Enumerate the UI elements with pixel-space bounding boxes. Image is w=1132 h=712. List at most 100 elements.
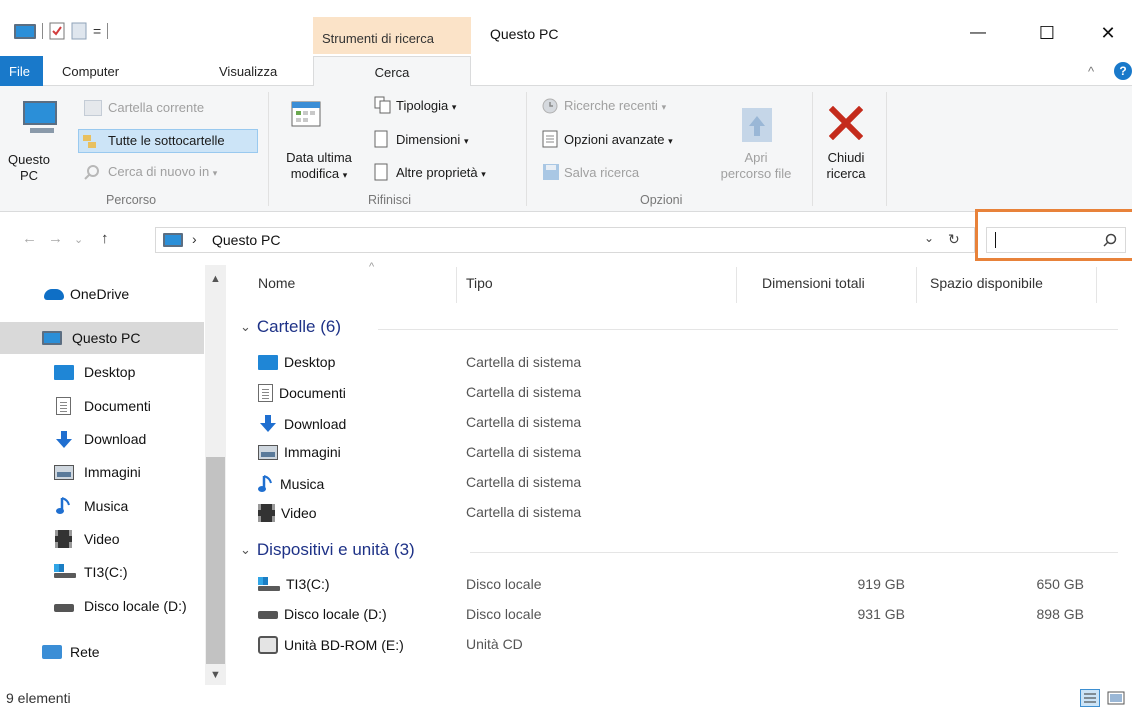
close-button[interactable]: ✕	[1088, 18, 1128, 48]
divider	[107, 23, 109, 39]
sidebar-item-documenti[interactable]: Documenti	[0, 390, 204, 422]
group-header-folders[interactable]: ⌄ Cartelle (6)	[240, 317, 341, 337]
list-item[interactable]: Musica Cartella di sistema	[258, 470, 1118, 496]
size-button[interactable]: Dimensioni ▾	[396, 132, 468, 147]
list-item[interactable]: Immagini Cartella di sistema	[258, 440, 1118, 466]
network-icon	[42, 645, 62, 659]
list-item[interactable]: Desktop Cartella di sistema	[258, 350, 1118, 376]
current-folder-button[interactable]: Cartella corrente	[108, 100, 204, 115]
item-name: Desktop	[284, 354, 336, 370]
navigation-bar: ← → ⌄ ↑ › Questo PC ⌄ ↻	[0, 213, 1132, 265]
address-history-chevron-icon[interactable]: ⌄	[924, 231, 934, 245]
search-again-button[interactable]: Cerca di nuovo in ▾	[108, 164, 217, 179]
maximize-button[interactable]: ☐	[1027, 18, 1067, 48]
sidebar-item-immagini[interactable]: Immagini	[0, 456, 204, 488]
sidebar-item-rete[interactable]: Rete	[0, 636, 204, 668]
download-arrow-icon	[260, 415, 276, 432]
forward-arrow-icon[interactable]: →	[48, 230, 63, 247]
item-type: Cartella di sistema	[466, 474, 582, 490]
advanced-options-button[interactable]: Opzioni avanzate ▾	[564, 132, 673, 147]
column-header-free-space[interactable]: Spazio disponibile	[930, 275, 1043, 291]
list-item[interactable]: Documenti Cartella di sistema	[258, 380, 1118, 406]
divider	[916, 267, 917, 303]
recent-searches-icon	[542, 98, 558, 114]
sidebar-item-onedrive[interactable]: OneDrive	[0, 278, 204, 310]
item-type: Disco locale	[466, 576, 542, 592]
breadcrumb-separator-icon[interactable]: ›	[192, 231, 197, 247]
other-properties-button[interactable]: Altre proprietà ▾	[396, 165, 486, 180]
list-item[interactable]: TI3(C:) Disco locale 919 GB 650 GB	[258, 572, 1118, 598]
item-name: Unità BD-ROM (E:)	[284, 637, 404, 653]
group-header-label: Cartelle (6)	[256, 317, 341, 336]
file-list: Nome ^ Tipo Dimensioni totali Spazio dis…	[230, 261, 1132, 685]
sidebar-item-disco-d[interactable]: Disco locale (D:)	[0, 590, 204, 622]
divider	[42, 23, 43, 39]
sidebar-scrollbar-thumb[interactable]	[206, 457, 225, 664]
new-folder-icon[interactable]	[71, 22, 87, 40]
up-arrow-icon[interactable]: ↑	[101, 230, 109, 247]
computer-icon[interactable]	[14, 23, 36, 39]
recent-locations-chevron-icon[interactable]: ⌄	[74, 233, 83, 246]
computer-icon	[42, 331, 62, 345]
title-bar: = Strumenti di ricerca Questo PC — ☐ ✕	[0, 0, 1132, 56]
close-search-x-icon	[829, 106, 863, 140]
properties-check-icon[interactable]	[49, 22, 65, 40]
large-icons-view-icon[interactable]	[1106, 689, 1126, 707]
sidebar-item-desktop[interactable]: Desktop	[0, 356, 204, 388]
size-label: Dimensioni	[396, 132, 461, 147]
recent-searches-button[interactable]: Ricerche recenti ▾	[564, 98, 666, 113]
scroll-up-icon[interactable]: ▲	[210, 273, 221, 285]
date-modified-button[interactable]: Data ultima modifica ▾	[278, 150, 360, 183]
tab-computer[interactable]: Computer	[62, 56, 119, 86]
save-search-button[interactable]: Salva ricerca	[564, 165, 639, 180]
this-pc-location-button[interactable]: Questo PC	[6, 92, 70, 188]
kind-icon	[374, 96, 391, 114]
column-header-type[interactable]: Tipo	[466, 275, 493, 291]
details-view-icon[interactable]	[1080, 689, 1100, 707]
sidebar-item-label: Musica	[84, 498, 129, 514]
item-name: Immagini	[284, 444, 341, 460]
group-header-devices[interactable]: ⌄ Dispositivi e unità (3)	[240, 540, 415, 560]
list-item[interactable]: Disco locale (D:) Disco locale 931 GB 89…	[258, 602, 1118, 628]
download-arrow-icon	[56, 431, 72, 448]
sidebar-item-musica[interactable]: Musica	[0, 490, 204, 522]
breadcrumb-questo-pc[interactable]: Questo PC	[212, 232, 280, 248]
group-label-opzioni: Opzioni	[640, 193, 683, 207]
tab-file[interactable]: File	[0, 56, 43, 86]
list-item[interactable]: Unità BD-ROM (E:) Unità CD	[258, 632, 1118, 658]
back-arrow-icon[interactable]: ←	[22, 230, 37, 247]
maximize-icon: ☐	[1038, 22, 1056, 43]
help-icon[interactable]: ?	[1114, 62, 1132, 80]
date-modified-label-2: modifica	[290, 166, 340, 181]
sidebar-item-label: TI3(C:)	[84, 564, 128, 580]
list-item[interactable]: Download Cartella di sistema	[258, 410, 1118, 436]
sidebar-item-questo-pc[interactable]: Questo PC	[0, 322, 204, 354]
minimize-button[interactable]: —	[958, 18, 998, 48]
collapse-ribbon-icon[interactable]: ^	[1088, 56, 1094, 86]
kind-button[interactable]: Tipologia ▾	[396, 98, 456, 113]
sidebar-item-video[interactable]: Video	[0, 523, 204, 555]
sidebar-item-label: Documenti	[84, 398, 151, 414]
list-item[interactable]: Video Cartella di sistema	[258, 500, 1118, 526]
close-search-button[interactable]: Chiudi ricerca	[818, 150, 874, 182]
sidebar-item-ti3-c[interactable]: TI3(C:)	[0, 556, 204, 588]
sidebar-item-label: OneDrive	[70, 286, 130, 302]
item-name: Musica	[280, 476, 325, 492]
address-bar[interactable]: › Questo PC ⌄ ↻	[155, 227, 975, 253]
calendar-icon	[291, 101, 321, 127]
scroll-down-icon[interactable]: ▼	[210, 669, 221, 681]
column-header-name[interactable]: Nome	[258, 275, 295, 291]
item-type: Disco locale	[466, 606, 542, 622]
column-header-total-size[interactable]: Dimensioni totali	[762, 275, 865, 291]
divider	[470, 552, 1118, 553]
sidebar-item-label: Download	[84, 431, 147, 447]
tab-visualizza[interactable]: Visualizza	[219, 56, 277, 86]
sidebar-item-download[interactable]: Download	[0, 423, 204, 455]
tab-cerca[interactable]: Cerca	[313, 56, 471, 87]
open-file-location-button[interactable]: Apri percorso file	[706, 150, 806, 182]
optical-drive-icon	[258, 636, 278, 654]
refresh-icon[interactable]: ↻	[948, 231, 960, 248]
qat-dropdown[interactable]: =	[93, 23, 101, 39]
documents-icon	[258, 384, 273, 402]
item-free-space: 650 GB	[1036, 576, 1084, 592]
